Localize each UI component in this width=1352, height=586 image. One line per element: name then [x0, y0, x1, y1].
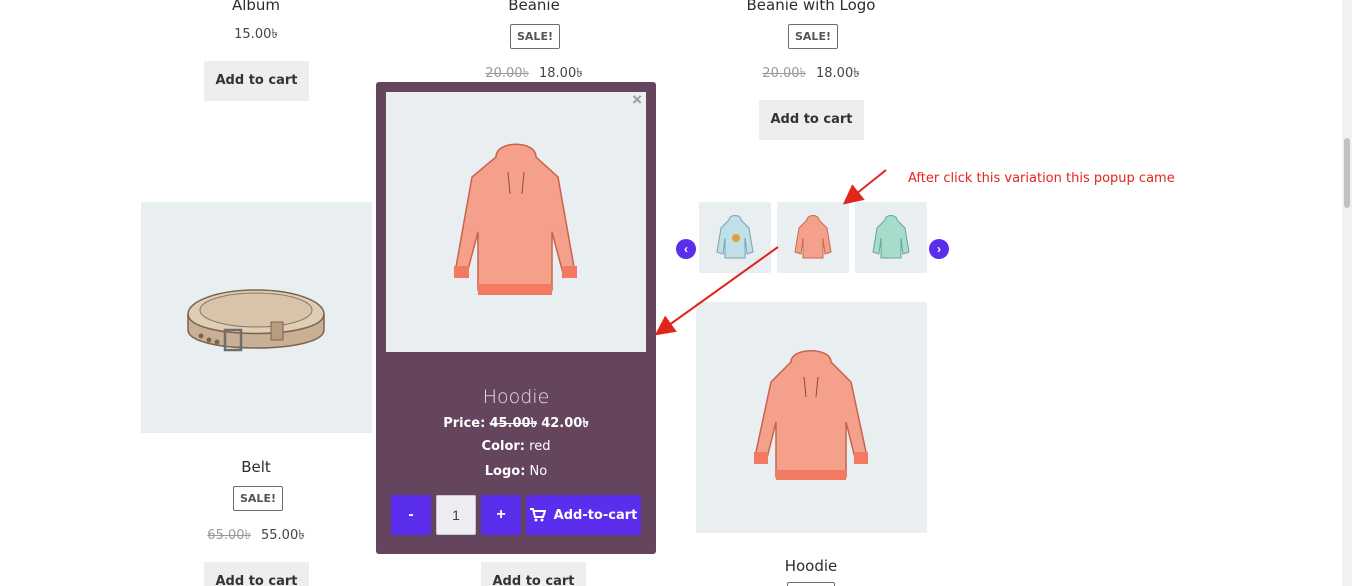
sale-badge-beanie-logo: SALE!: [788, 24, 838, 49]
sale-badge-hoodie: [787, 582, 835, 586]
add-to-cart-button-middle[interactable]: Add to cart: [481, 562, 586, 586]
belt-illustration: [187, 289, 325, 352]
popup-product-image: ×: [386, 90, 646, 352]
close-icon[interactable]: ×: [632, 90, 642, 110]
add-to-cart-button-belt[interactable]: Add to cart: [204, 562, 309, 586]
product-image-belt[interactable]: [141, 202, 372, 433]
popup-title: Hoodie: [482, 386, 550, 408]
popup-add-to-cart-button[interactable]: Add-to-cart: [526, 495, 641, 535]
page-scrollbar[interactable]: [1342, 0, 1352, 586]
carousel-next-button[interactable]: ›: [929, 239, 949, 259]
annotation-arrows: [654, 169, 887, 336]
product-title-hoodie[interactable]: Hoodie: [751, 557, 871, 575]
product-price-album: 15.00৳: [234, 27, 278, 42]
scrollbar-thumb[interactable]: [1344, 138, 1350, 208]
product-title-album[interactable]: Album: [196, 0, 316, 14]
cart-icon: [529, 508, 546, 522]
product-price-belt: 65.00৳ 55.00৳: [207, 528, 305, 543]
product-title-beanie-logo[interactable]: Beanie with Logo: [731, 0, 891, 14]
quantity-minus-button[interactable]: -: [391, 495, 431, 535]
product-title-belt[interactable]: Belt: [196, 458, 316, 476]
popup-logo: Logo: No: [484, 464, 548, 479]
add-to-cart-button-album[interactable]: Add to cart: [204, 61, 309, 101]
popup-price: Price: 45.00৳ 42.00৳: [443, 416, 589, 431]
quantity-plus-button[interactable]: +: [481, 495, 521, 535]
quick-view-popup: × Hoodie Price: 45.00৳ 42.00৳ Color: red…: [376, 82, 656, 554]
product-title-beanie[interactable]: Beanie: [474, 0, 594, 14]
product-price-beanie-logo: 20.00৳ 18.00৳: [762, 66, 860, 81]
quantity-input[interactable]: 1: [436, 495, 476, 535]
popup-hoodie-illustration: [454, 143, 577, 295]
popup-color: Color: red: [481, 439, 551, 454]
annotation-text: After click this variation this popup ca…: [908, 171, 1175, 186]
sale-badge-belt: SALE!: [233, 486, 283, 511]
add-to-cart-button-beanie-logo[interactable]: Add to cart: [759, 100, 864, 140]
sale-badge-beanie: SALE!: [510, 24, 560, 49]
